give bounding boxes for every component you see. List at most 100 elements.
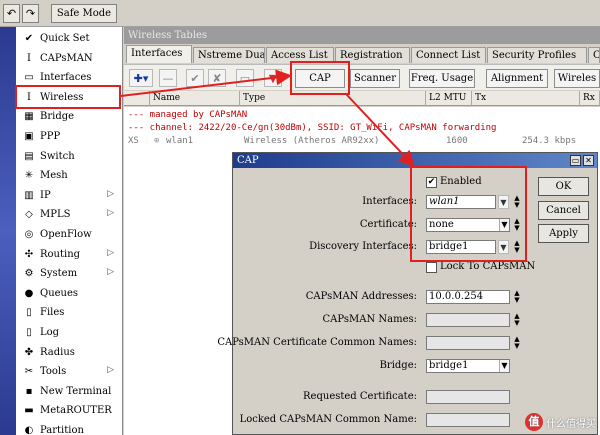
interfaces-dropdown-icon[interactable]: ▼ bbox=[498, 195, 509, 209]
col-name[interactable]: Name bbox=[150, 91, 240, 106]
col-l2mtu[interactable]: L2 MTU bbox=[426, 91, 472, 106]
safe-mode-button[interactable]: Safe Mode bbox=[51, 4, 117, 23]
tab-access-list[interactable]: Access List bbox=[266, 47, 334, 63]
sidebar-item-label: Radius bbox=[40, 346, 75, 358]
discovery-updown-icon[interactable]: ▲ ▼ bbox=[512, 240, 522, 254]
sidebar-item-queues[interactable]: ● Queues bbox=[16, 284, 122, 303]
cap-dialog: CAP ▭ ✕ ✔ Enabled Interfaces: wlan1 ▼ ▲ ▼… bbox=[217, 152, 598, 435]
ppp-icon: ▣ bbox=[24, 131, 34, 142]
tab-registration[interactable]: Registration bbox=[335, 47, 410, 63]
certificate-select[interactable]: none ▼ bbox=[426, 218, 510, 232]
sidebar-item-capsman[interactable]: Ⅰ CAPsMAN bbox=[16, 49, 122, 68]
openflow-icon: ◎ bbox=[24, 229, 34, 240]
sidebar-item-label: OpenFlow bbox=[40, 229, 92, 240]
locked-common-name-field bbox=[426, 413, 510, 427]
close-icon[interactable]: ✕ bbox=[583, 155, 594, 166]
col-type[interactable]: Type bbox=[240, 91, 426, 106]
wireless-sniffer-button[interactable]: Wireles bbox=[554, 69, 600, 88]
tab-interfaces[interactable]: Interfaces bbox=[126, 45, 192, 63]
tab-nstreme-dual[interactable]: Nstreme Dual bbox=[193, 47, 265, 63]
submenu-arrow-icon: ▷ bbox=[107, 247, 114, 258]
sidebar-item-ppp[interactable]: ▣ PPP bbox=[16, 127, 122, 146]
disable-icon[interactable]: ✘ bbox=[208, 69, 226, 87]
sidebar-item-ip[interactable]: ▥ IP ▷ bbox=[16, 186, 122, 205]
apply-button[interactable]: Apply bbox=[538, 224, 589, 243]
sidebar-item-log[interactable]: ▯ Log bbox=[16, 323, 122, 342]
discovery-value: bridge1 bbox=[429, 241, 469, 252]
tab-security-profiles[interactable]: Security Profiles bbox=[487, 47, 587, 63]
enabled-checkbox[interactable]: ✔ bbox=[426, 177, 437, 188]
interfaces-label: Interfaces: bbox=[362, 196, 417, 207]
capsman-addresses-field[interactable]: 10.0.0.254 bbox=[426, 290, 510, 304]
col-tx[interactable]: Tx bbox=[472, 91, 580, 106]
capsman-names-label: CAPsMAN Names: bbox=[322, 314, 417, 325]
sidebar-item-system[interactable]: ⚙ System ▷ bbox=[16, 264, 122, 283]
sidebar-item-tools[interactable]: ✂ Tools ▷ bbox=[16, 362, 122, 381]
cert-common-names-field[interactable] bbox=[426, 336, 510, 350]
sidebar-item-routing[interactable]: ✣ Routing ▷ bbox=[16, 245, 122, 264]
sidebar-item-files[interactable]: ▯ Files bbox=[16, 303, 122, 322]
side-menu: ✔ Quick Set Ⅰ CAPsMAN ▭ Interfaces Ⅰ Wireless ▦ B… bbox=[16, 27, 123, 435]
scanner-button[interactable]: Scanner bbox=[350, 69, 400, 88]
bridge-value: bridge1 bbox=[429, 360, 469, 371]
lock-to-capsman-checkbox[interactable] bbox=[426, 262, 437, 273]
sidebar-item-switch[interactable]: ▤ Switch bbox=[16, 147, 122, 166]
filter-icon[interactable]: ▼ bbox=[264, 69, 282, 87]
mpls-icon: ◇ bbox=[25, 209, 33, 221]
window-title: Wireless Tables bbox=[124, 27, 600, 44]
capsman-addresses-updown-icon[interactable]: ▲ ▼ bbox=[512, 290, 522, 304]
row-tx: 254.3 kbps bbox=[522, 136, 577, 146]
comment-icon[interactable]: ▭ bbox=[236, 69, 254, 87]
col-rx[interactable]: Rx bbox=[580, 91, 600, 106]
bridge-icon: ▦ bbox=[24, 111, 34, 123]
sidebar-item-label: Quick Set bbox=[40, 33, 90, 44]
interfaces-updown-icon[interactable]: ▲ ▼ bbox=[512, 195, 522, 209]
tools-icon: ✂ bbox=[24, 366, 34, 378]
cancel-button[interactable]: Cancel bbox=[538, 201, 589, 220]
freq-usage-button[interactable]: Freq. Usage bbox=[409, 69, 475, 88]
sidebar-item-metarouter[interactable]: ▬ MetaROUTER bbox=[16, 401, 122, 420]
cert-common-names-updown-icon[interactable]: ▲ ▼ bbox=[512, 336, 522, 350]
sidebar-item-new-terminal[interactable]: ▪ New Terminal bbox=[16, 382, 122, 401]
quick-set-icon: ✔ bbox=[24, 33, 34, 44]
remove-icon[interactable]: — bbox=[159, 69, 177, 87]
capsman-addresses-label: CAPsMAN Addresses: bbox=[305, 291, 417, 302]
redo-icon[interactable]: ↷ bbox=[22, 4, 39, 23]
enabled-label: Enabled bbox=[440, 176, 482, 187]
sidebar-item-interfaces[interactable]: ▭ Interfaces bbox=[16, 68, 122, 87]
minimize-icon[interactable]: ▭ bbox=[570, 155, 581, 166]
discovery-dropdown-icon[interactable]: ▼ bbox=[498, 240, 509, 254]
interfaces-select[interactable]: wlan1 bbox=[426, 195, 496, 209]
bridge-select[interactable]: bridge1 ▼ bbox=[426, 359, 510, 373]
cert-common-names-label: CAPsMAN Certificate Common Names: bbox=[217, 337, 417, 348]
alignment-button[interactable]: Alignment bbox=[486, 69, 548, 88]
sidebar-item-label: Routing bbox=[40, 248, 81, 260]
tab-channels[interactable]: Channe bbox=[588, 47, 600, 63]
enable-icon[interactable]: ✔ bbox=[186, 69, 204, 87]
sidebar-item-mpls[interactable]: ◇ MPLS ▷ bbox=[16, 205, 122, 224]
capsman-names-field[interactable] bbox=[426, 313, 510, 327]
sidebar-item-quick-set[interactable]: ✔ Quick Set bbox=[16, 29, 122, 48]
terminal-icon: ▪ bbox=[25, 385, 33, 397]
sidebar-item-wireless[interactable]: Ⅰ Wireless bbox=[16, 88, 122, 107]
sidebar-item-bridge[interactable]: ▦ Bridge bbox=[16, 107, 122, 126]
capsman-names-updown-icon[interactable]: ▲ ▼ bbox=[512, 313, 522, 327]
tab-connect-list[interactable]: Connect List bbox=[411, 47, 486, 63]
sidebar-item-radius[interactable]: ✤ Radius bbox=[16, 343, 122, 362]
ok-button[interactable]: OK bbox=[538, 177, 589, 196]
capsman-addresses-value: 10.0.0.254 bbox=[429, 291, 484, 302]
certificate-updown-icon[interactable]: ▲ ▼ bbox=[512, 218, 522, 232]
sidebar-item-label: New Terminal bbox=[40, 385, 112, 397]
sidebar-item-openflow[interactable]: ◎ OpenFlow bbox=[16, 225, 122, 244]
undo-icon[interactable]: ↶ bbox=[3, 4, 20, 23]
sidebar-item-partition[interactable]: ◐ Partition bbox=[16, 421, 122, 435]
sidebar-item-mesh[interactable]: ✳ Mesh bbox=[16, 166, 122, 185]
row-name: wlan1 bbox=[166, 136, 194, 146]
discovery-select[interactable]: bridge1 bbox=[426, 240, 496, 254]
add-icon[interactable]: ✚▾ bbox=[129, 69, 153, 87]
cap-button[interactable]: CAP bbox=[295, 69, 345, 88]
sidebar-item-label: System bbox=[40, 268, 78, 280]
table-row[interactable]: XS ⊕ wlan1 Wireless (Atheros AR92xx) 160… bbox=[124, 135, 600, 147]
routing-icon: ✣ bbox=[24, 248, 34, 260]
sidebar-item-label: PPP bbox=[40, 131, 61, 142]
